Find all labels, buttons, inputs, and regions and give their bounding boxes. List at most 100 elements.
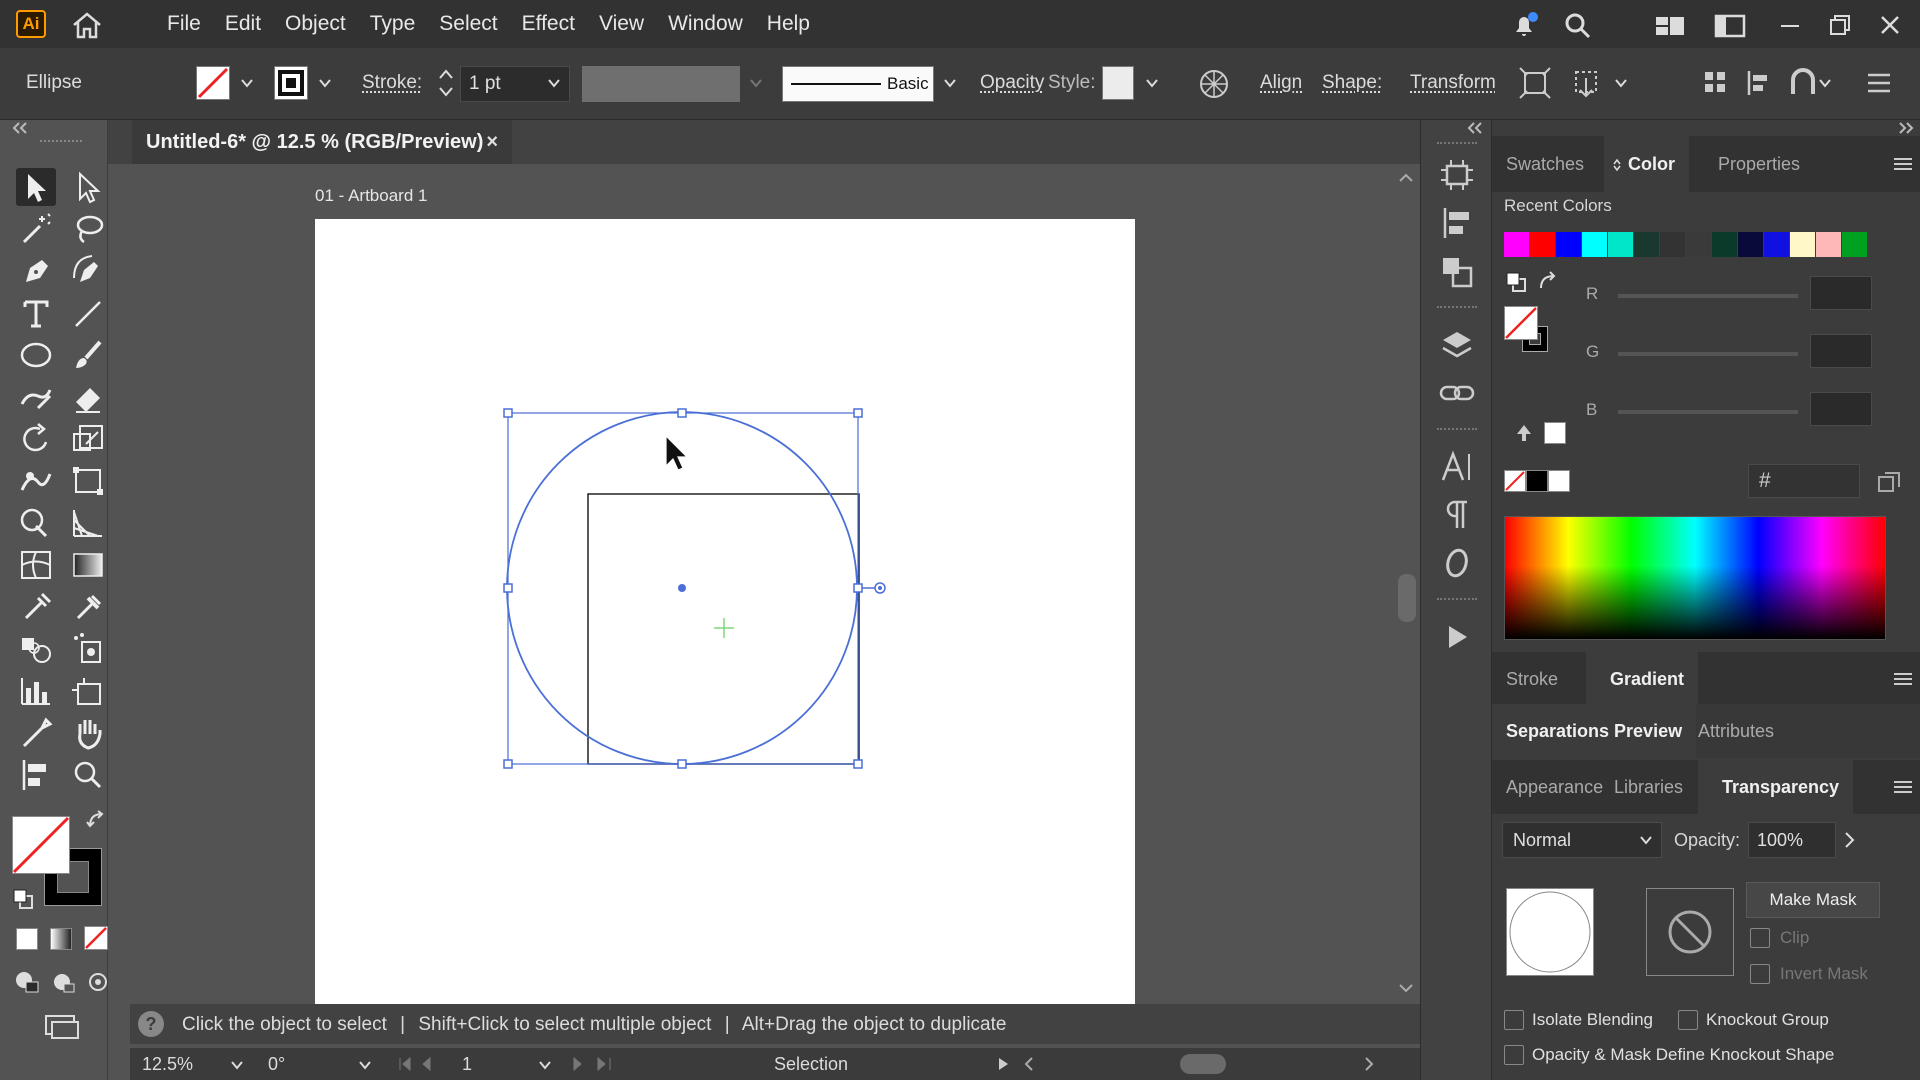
- tab-stroke[interactable]: Stroke: [1492, 652, 1572, 706]
- close-window-icon[interactable]: [1874, 10, 1906, 40]
- white-color-chip[interactable]: [1548, 470, 1570, 492]
- recent-color-swatch[interactable]: [1608, 232, 1633, 257]
- rotation-value[interactable]: 0°: [268, 1054, 285, 1075]
- stroke-label[interactable]: Stroke:: [362, 72, 422, 94]
- next-last-artboard-icons[interactable]: [570, 1056, 630, 1072]
- isolate-blending-checkbox[interactable]: [1504, 1010, 1524, 1030]
- chevron-down-icon[interactable]: [1614, 76, 1628, 90]
- chevron-down-icon[interactable]: [318, 76, 332, 90]
- magic-wand-tool-icon[interactable]: [16, 210, 56, 248]
- pen-tool-icon[interactable]: [16, 252, 56, 290]
- default-colors-icon[interactable]: [1504, 270, 1528, 294]
- recent-color-swatch[interactable]: [1686, 232, 1711, 257]
- recent-color-swatch[interactable]: [1764, 232, 1789, 257]
- chevron-down-icon[interactable]: [358, 1058, 372, 1072]
- channel-b-slider[interactable]: [1618, 410, 1798, 414]
- copy-hex-icon[interactable]: [1876, 470, 1902, 494]
- recent-color-swatch[interactable]: [1634, 232, 1659, 257]
- chevron-down-icon[interactable]: [240, 76, 254, 90]
- graphic-style-swatch[interactable]: [1102, 66, 1134, 100]
- strip-grip[interactable]: [1437, 142, 1477, 144]
- character-panel-icon[interactable]: [1437, 448, 1477, 486]
- tab-properties[interactable]: Properties: [1704, 136, 1814, 192]
- transform-label[interactable]: Transform: [1410, 72, 1496, 94]
- align-tool-icon[interactable]: [16, 756, 56, 794]
- actions-panel-icon[interactable]: [1437, 618, 1477, 656]
- strip-grip[interactable]: [1437, 428, 1477, 430]
- chevron-down-icon[interactable]: [547, 76, 561, 90]
- panel-menu-icon[interactable]: [1892, 671, 1914, 687]
- artboard-tool-icon[interactable]: [68, 672, 108, 710]
- none-color-chip[interactable]: [1504, 470, 1526, 492]
- scale-tool-icon[interactable]: [68, 420, 108, 458]
- arrange-documents-icon[interactable]: [1714, 10, 1746, 40]
- black-color-chip[interactable]: [1526, 470, 1548, 492]
- column-graph-tool-icon[interactable]: [16, 672, 56, 710]
- first-previous-artboard-icons[interactable]: [398, 1056, 458, 1072]
- eyedropper-tool-icon[interactable]: [16, 588, 56, 626]
- chevron-right-icon[interactable]: [1842, 830, 1858, 850]
- pathfinder-icon[interactable]: [1788, 66, 1818, 100]
- opacity-mask-knockout-checkbox[interactable]: [1504, 1045, 1524, 1065]
- menu-help[interactable]: Help: [755, 0, 822, 48]
- chevron-down-icon[interactable]: [1818, 76, 1832, 90]
- none-mode-button[interactable]: [84, 926, 108, 950]
- opentype-panel-icon[interactable]: [1437, 544, 1477, 582]
- web-safe-color-swatch[interactable]: [1544, 422, 1566, 444]
- warp-tool-icon[interactable]: [16, 462, 56, 500]
- slice-tool-icon[interactable]: [16, 714, 56, 752]
- tab-attributes[interactable]: Attributes: [1684, 704, 1788, 758]
- recent-color-swatch[interactable]: [1816, 232, 1841, 257]
- shape-builder-tool-icon[interactable]: [16, 504, 56, 542]
- distribute-icon[interactable]: [1744, 66, 1774, 100]
- help-icon[interactable]: ?: [138, 1011, 164, 1037]
- scroll-left-icon[interactable]: [1022, 1056, 1036, 1072]
- control-bar-menu-icon[interactable]: [1864, 68, 1894, 98]
- pathfinder-panel-icon[interactable]: [1437, 252, 1477, 290]
- restore-icon[interactable]: [1824, 10, 1856, 40]
- draw-normal-icon[interactable]: [12, 968, 42, 996]
- shape-label[interactable]: Shape:: [1322, 72, 1382, 94]
- isolate-selected-icon[interactable]: [1518, 66, 1552, 100]
- variable-width-profile[interactable]: [582, 66, 740, 102]
- tab-transparency[interactable]: Transparency: [1698, 760, 1854, 814]
- blend-mode-select[interactable]: Normal: [1502, 822, 1662, 858]
- toolbar-grip[interactable]: [40, 140, 82, 146]
- stroke-stepper-icon[interactable]: [436, 66, 456, 100]
- rotate-tool-icon[interactable]: [16, 420, 56, 458]
- menu-effect[interactable]: Effect: [510, 0, 587, 48]
- channel-r-slider[interactable]: [1618, 294, 1798, 298]
- collapse-panel-icon[interactable]: [10, 120, 30, 136]
- recent-color-swatch[interactable]: [1530, 232, 1555, 257]
- strip-grip[interactable]: [1437, 598, 1477, 600]
- recent-color-swatch[interactable]: [1582, 232, 1607, 257]
- color-spectrum[interactable]: [1504, 516, 1886, 640]
- close-document-icon[interactable]: ×: [486, 120, 498, 164]
- mask-thumbnail[interactable]: [1646, 888, 1734, 976]
- play-status-icon[interactable]: [996, 1056, 1010, 1072]
- measure-tool-icon[interactable]: [68, 588, 108, 626]
- perspective-grid-tool-icon[interactable]: [68, 504, 108, 542]
- recent-color-swatch[interactable]: [1660, 232, 1685, 257]
- recolor-artwork-icon[interactable]: [1198, 68, 1230, 100]
- channel-r-value[interactable]: [1810, 276, 1872, 310]
- search-icon[interactable]: [1562, 10, 1594, 40]
- scroll-down-icon[interactable]: [1398, 982, 1414, 994]
- chevron-down-icon[interactable]: [1145, 76, 1159, 90]
- paragraph-panel-icon[interactable]: [1437, 496, 1477, 534]
- hand-tool-icon[interactable]: [68, 714, 108, 752]
- paintbrush-tool-icon[interactable]: [68, 336, 108, 374]
- chevron-down-icon[interactable]: [749, 76, 763, 90]
- curvature-tool-icon[interactable]: [68, 252, 108, 290]
- menu-view[interactable]: View: [587, 0, 656, 48]
- recent-color-swatch[interactable]: [1842, 232, 1867, 257]
- menu-object[interactable]: Object: [273, 0, 358, 48]
- artboards-panel-icon[interactable]: [1437, 156, 1477, 194]
- vertical-scroll-thumb[interactable]: [1398, 574, 1416, 622]
- make-mask-button[interactable]: Make Mask: [1746, 882, 1880, 918]
- workspace-switcher-icon[interactable]: [1654, 10, 1686, 40]
- tab-gradient[interactable]: Gradient: [1586, 652, 1699, 706]
- recent-color-swatch[interactable]: [1790, 232, 1815, 257]
- links-panel-icon[interactable]: [1437, 374, 1477, 412]
- screen-mode-icon[interactable]: [42, 1012, 82, 1042]
